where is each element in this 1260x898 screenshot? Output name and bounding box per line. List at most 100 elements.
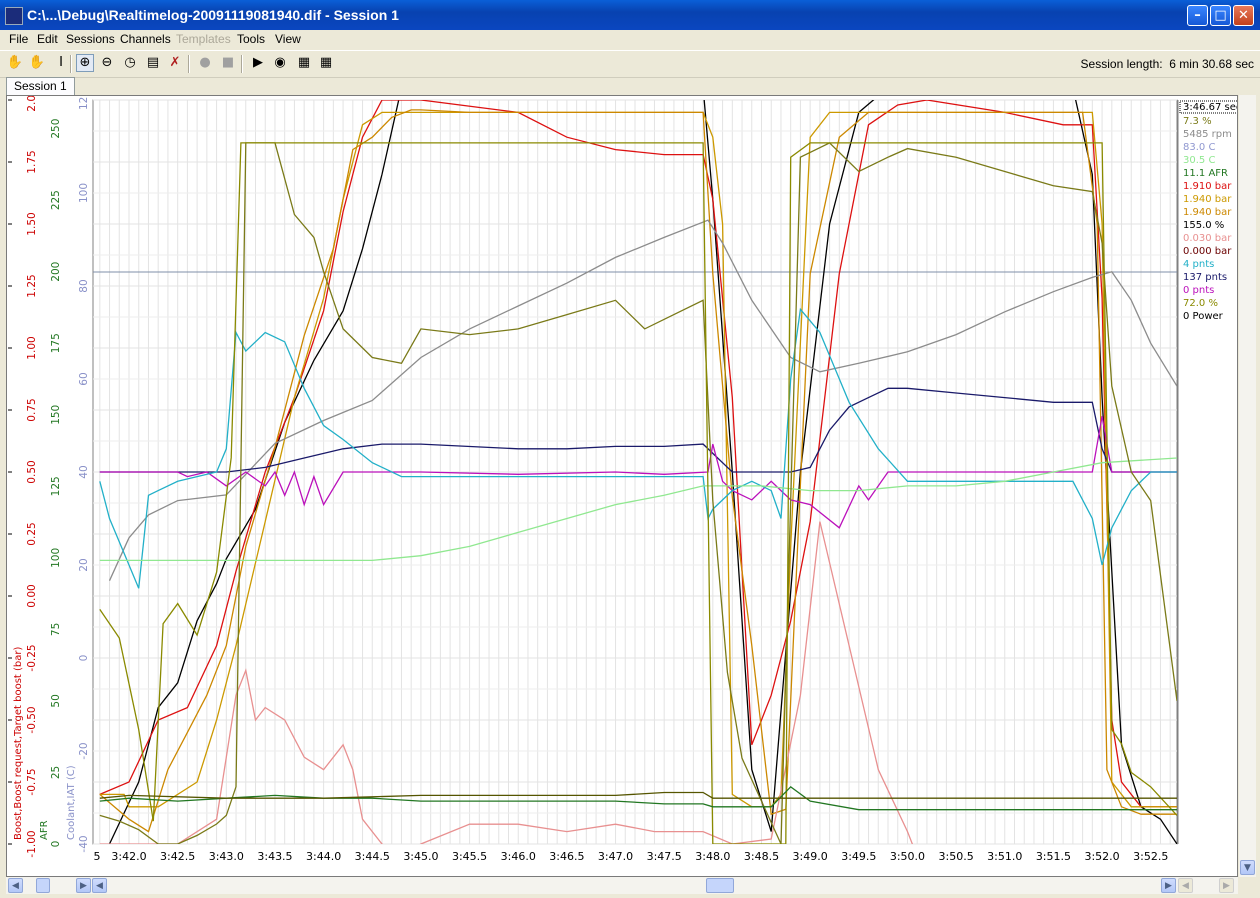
x-tick-label: 3:42.0 xyxy=(111,850,146,863)
legend-entry: 30.5 C xyxy=(1183,155,1215,166)
x-tick-label: 3:52.5 xyxy=(1133,850,1168,863)
y-tick-label: 100 xyxy=(50,548,62,568)
y-tick-label: -40 xyxy=(78,835,90,852)
menu-tools[interactable]: Tools xyxy=(237,32,265,46)
y-tick-label: -20 xyxy=(78,742,90,759)
menu-view[interactable]: View xyxy=(275,32,301,46)
maximize-button[interactable]: □ xyxy=(1210,5,1231,26)
legend-entry: 1.940 bar xyxy=(1183,194,1232,205)
app-icon xyxy=(5,7,23,25)
x-tick-label: 3:49.0 xyxy=(793,850,828,863)
play-icon[interactable]: ▶ xyxy=(249,54,267,72)
y-tick-label: 225 xyxy=(50,190,62,210)
y-tick-label: -0.75 xyxy=(26,768,38,795)
scroll-right-button-3[interactable]: ▶ xyxy=(1219,878,1234,893)
scroll-left-button-2[interactable]: ◀ xyxy=(92,878,107,893)
y-tick-label: 0.50 xyxy=(26,460,38,483)
y-tick-label: 100 xyxy=(78,183,90,203)
x-tick-label: 3:44.5 xyxy=(355,850,390,863)
cursor-icon[interactable]: I xyxy=(52,54,70,72)
x-tick-label: 3:50.0 xyxy=(890,850,925,863)
remove-icon[interactable]: ✗ xyxy=(166,54,184,72)
scroll-right-button-2[interactable]: ▶ xyxy=(1161,878,1176,893)
stop-icon[interactable]: ■ xyxy=(219,54,237,72)
binoculars-icon[interactable]: ◉ xyxy=(271,54,289,72)
notes-icon[interactable]: ▤ xyxy=(144,54,162,72)
vertical-scrollbar[interactable]: ▼ xyxy=(1239,95,1256,877)
horizontal-scrollbar[interactable]: ◀ ▶ ◀ ▶ ◀ ▶ xyxy=(6,877,1238,894)
y-axis-title: AFR xyxy=(39,820,50,840)
legend-entry: 11.1 AFR xyxy=(1183,168,1228,179)
y-tick-label: 175 xyxy=(50,333,62,353)
chart-svg[interactable]: -1.00 -0.75 -0.50 -0.25 0.00 0.25 0.50 0.75 1.00… xyxy=(7,96,1237,876)
legend-entry: 0 Power xyxy=(1183,311,1224,322)
y-tick-label: -0.25 xyxy=(26,644,38,671)
x-tick-label: 3:48.5 xyxy=(744,850,779,863)
y-tick-label: 2.00 xyxy=(26,96,38,112)
record-icon[interactable]: ● xyxy=(196,54,214,72)
legend-entry: 0.030 bar xyxy=(1183,233,1232,244)
menu-edit[interactable]: Edit xyxy=(37,32,58,46)
toolbar-separator xyxy=(188,55,190,73)
y-tick-label: 50 xyxy=(50,694,62,707)
close-button[interactable]: ✕ xyxy=(1233,5,1254,26)
scroll-down-button[interactable]: ▼ xyxy=(1240,860,1255,875)
x-tick-label: 3:46.5 xyxy=(549,850,584,863)
legend-entry: 155.0 % xyxy=(1183,220,1224,231)
y-tick-label: -0.50 xyxy=(26,706,38,733)
y-axis-title: Coolant,IAT (C) xyxy=(66,765,77,840)
legend-time: 3:46.67 sec xyxy=(1183,102,1237,113)
scroll-left-button[interactable]: ◀ xyxy=(8,878,23,893)
minimize-button[interactable]: – xyxy=(1187,5,1208,26)
y-tick-label: 20 xyxy=(78,558,90,571)
menu-file[interactable]: File xyxy=(9,32,28,46)
x-tick-label: 3:47.5 xyxy=(647,850,682,863)
menu-templates[interactable]: Templates xyxy=(176,32,231,46)
scroll-thumb-small[interactable] xyxy=(36,878,50,893)
legend-entry: 1.910 bar xyxy=(1183,181,1232,192)
x-tick-label: 3:45.0 xyxy=(403,850,438,863)
legend-entry: 0 pnts xyxy=(1183,285,1214,296)
y-tick-label: 120 xyxy=(78,96,90,110)
menu-channels[interactable]: Channels xyxy=(120,32,171,46)
legend-entry: 1.940 bar xyxy=(1183,207,1232,218)
legend-entry: 4 pnts xyxy=(1183,259,1214,270)
y-tick-label: 40 xyxy=(78,465,90,478)
x-tick-label: 3:44.0 xyxy=(306,850,341,863)
scroll-left-button-3[interactable]: ◀ xyxy=(1178,878,1193,893)
toolbar-separator xyxy=(241,55,243,73)
x-tick-label: 3:47.0 xyxy=(598,850,633,863)
x-tick-label: 3:43.0 xyxy=(209,850,244,863)
x-tick-label: 3:46.0 xyxy=(501,850,536,863)
y-tick-label: 200 xyxy=(50,262,62,282)
x-tick-label: 3:51.5 xyxy=(1036,850,1071,863)
toolbar-separator xyxy=(70,55,72,73)
zoom-out-icon[interactable]: ⊖ xyxy=(98,54,116,72)
scroll-right-button[interactable]: ▶ xyxy=(76,878,91,893)
table-icon[interactable]: ▦ xyxy=(317,54,335,72)
y-tick-label: 1.75 xyxy=(26,150,38,173)
menu-sessions[interactable]: Sessions xyxy=(66,32,115,46)
menu-bar: File Edit Sessions Channels Templates To… xyxy=(0,30,1260,49)
y-tick-label: 0.75 xyxy=(26,398,38,421)
y-tick-label: 150 xyxy=(50,405,62,425)
x-tick-label: 3:52.0 xyxy=(1084,850,1119,863)
zoom-in-icon[interactable]: ⊕ xyxy=(76,54,94,72)
tab-row: Session 1 xyxy=(0,77,1260,95)
x-tick-label: 3:51.0 xyxy=(987,850,1022,863)
zoom-reset-icon[interactable]: ◷ xyxy=(121,54,139,72)
scroll-thumb[interactable] xyxy=(706,878,734,893)
x-tick-label: 3:42.5 xyxy=(160,850,195,863)
x-tick-label: 3:49.5 xyxy=(841,850,876,863)
hand-disabled-icon[interactable]: ✋ xyxy=(28,54,46,72)
y-tick-label: 1.25 xyxy=(26,274,38,297)
hand-icon[interactable]: ✋ xyxy=(6,54,24,72)
x-tick-label: 3:43.5 xyxy=(257,850,292,863)
y-tick-label: 0.00 xyxy=(26,584,38,607)
chart-icon[interactable]: ▦ xyxy=(295,54,313,72)
chart-area[interactable]: -1.00 -0.75 -0.50 -0.25 0.00 0.25 0.50 0.75 1.00… xyxy=(6,95,1238,877)
y-tick-label: 25 xyxy=(50,766,62,779)
tab-session-1[interactable]: Session 1 xyxy=(6,77,75,95)
x-tick-label: 3:50.5 xyxy=(939,850,974,863)
y-tick-label: 1.50 xyxy=(26,212,38,235)
